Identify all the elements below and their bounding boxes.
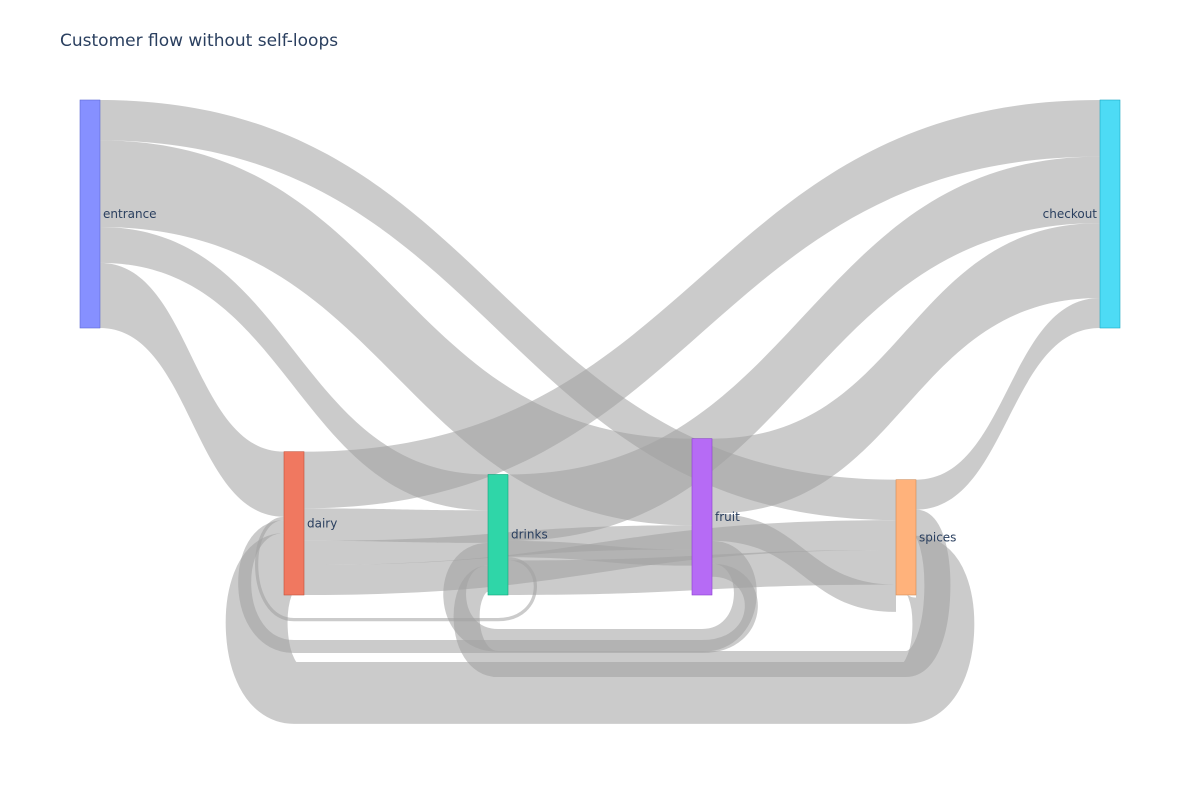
links-layer (100, 100, 1100, 724)
node-drinks[interactable] (487, 474, 509, 596)
node-label-checkout: checkout (1043, 207, 1098, 221)
node-label-fruit: fruit (715, 510, 740, 524)
link-entrance-to-dairy[interactable] (100, 262, 284, 517)
node-label-drinks: drinks (511, 528, 548, 542)
node-fruit[interactable] (691, 438, 713, 596)
sankey-diagram: entrance checkout dairy drinks fruit spices (79, 99, 1121, 724)
node-label-spices: spices (919, 530, 956, 544)
node-label-entrance: entrance (103, 207, 157, 221)
node-checkout[interactable] (1099, 99, 1121, 329)
node-dairy[interactable] (283, 451, 305, 596)
node-label-dairy: dairy (307, 516, 337, 530)
node-spices[interactable] (895, 479, 917, 596)
node-entrance[interactable] (79, 99, 101, 329)
